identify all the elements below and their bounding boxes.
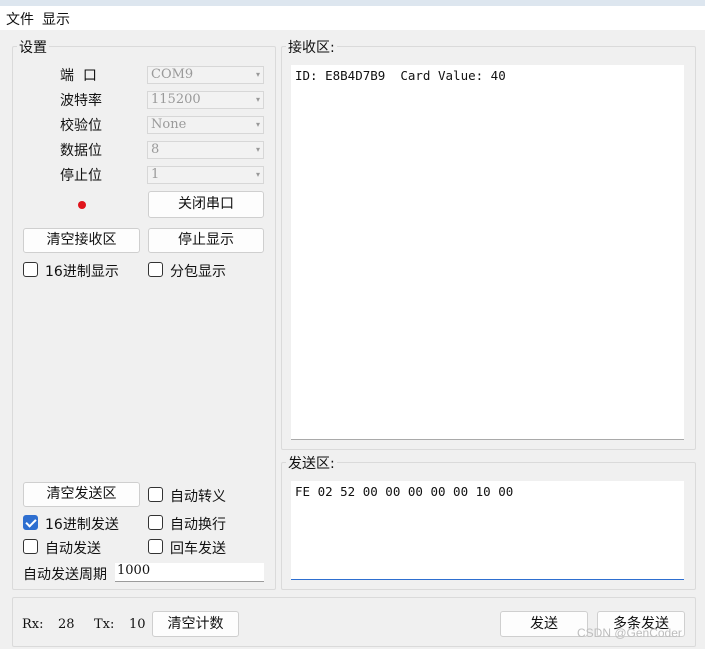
hex-send-checkbox[interactable] [23, 515, 38, 530]
auto-newline-checkbox[interactable] [148, 515, 163, 530]
chevron-down-icon: ▾ [255, 145, 260, 154]
stopbits-value: 1 [151, 167, 160, 182]
auto-newline-label: 自动换行 [170, 517, 226, 533]
receive-textarea-border [291, 439, 684, 440]
clear-receive-button[interactable]: 清空接收区 [23, 228, 140, 253]
send-textarea[interactable]: FE 02 52 00 00 00 00 00 10 00 [291, 481, 684, 579]
packet-display-checkbox[interactable] [148, 262, 163, 277]
rx-label: Rx: [22, 617, 44, 632]
period-label: 自动发送周期 [23, 567, 107, 583]
receive-textarea[interactable]: ID: E8B4D7B9 Card Value: 40 [291, 65, 684, 439]
tx-value: 10 [129, 617, 146, 632]
auto-send-label: 自动发送 [45, 541, 101, 557]
hex-display-label: 16进制显示 [45, 264, 119, 280]
clear-count-button[interactable]: 清空计数 [152, 611, 239, 637]
auto-send-checkbox[interactable] [23, 539, 38, 554]
tx-label: Tx: [94, 617, 115, 632]
hex-send-label: 16进制发送 [45, 517, 119, 533]
send-title: 发送区: [286, 453, 337, 473]
settings-title: 设置 [17, 37, 49, 57]
baud-select[interactable]: 115200 ▾ [147, 91, 264, 109]
port-label: 端 口 [60, 68, 97, 84]
enter-send-label: 回车发送 [170, 541, 226, 557]
menu-bar: 文件 显示 [0, 6, 705, 30]
port-select[interactable]: COM9 ▾ [147, 66, 264, 84]
chevron-down-icon: ▾ [255, 70, 260, 79]
port-value: COM9 [151, 67, 194, 82]
baud-value: 115200 [151, 92, 201, 107]
watermark: CSDN @GenCoder [577, 626, 682, 640]
parity-value: None [151, 117, 187, 132]
chevron-down-icon: ▾ [255, 95, 260, 104]
clear-send-button[interactable]: 清空发送区 [23, 482, 140, 507]
chevron-down-icon: ▾ [255, 120, 260, 129]
parity-select[interactable]: None ▾ [147, 116, 264, 134]
baud-label: 波特率 [60, 93, 102, 109]
menu-view[interactable]: 显示 [42, 9, 70, 29]
stopbits-select[interactable]: 1 ▾ [147, 166, 264, 184]
port-status-indicator [78, 201, 86, 209]
packet-display-label: 分包显示 [170, 264, 226, 280]
databits-select[interactable]: 8 ▾ [147, 141, 264, 159]
receive-title: 接收区: [286, 37, 337, 57]
enter-send-checkbox[interactable] [148, 539, 163, 554]
databits-value: 8 [151, 142, 160, 157]
chevron-down-icon: ▾ [255, 170, 260, 179]
send-button[interactable]: 发送 [500, 611, 588, 637]
period-input[interactable]: 1000 [115, 563, 264, 582]
close-port-button[interactable]: 关闭串口 [148, 191, 264, 218]
menu-file[interactable]: 文件 [6, 9, 34, 29]
auto-escape-label: 自动转义 [170, 489, 226, 505]
stopbits-label: 停止位 [60, 168, 102, 184]
send-textarea-focus-border [291, 579, 684, 580]
hex-display-checkbox[interactable] [23, 262, 38, 277]
stop-display-button[interactable]: 停止显示 [148, 228, 264, 253]
auto-escape-checkbox[interactable] [148, 487, 163, 502]
parity-label: 校验位 [60, 118, 102, 134]
rx-value: 28 [58, 617, 75, 632]
databits-label: 数据位 [60, 143, 102, 159]
